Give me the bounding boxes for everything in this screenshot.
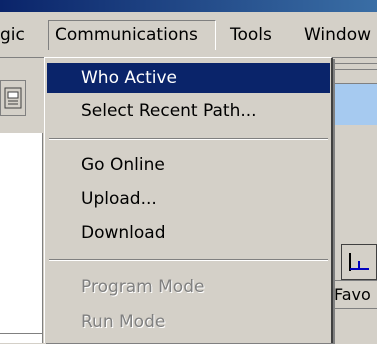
menu-item-select-recent-path[interactable]: Select Recent Path... [47,96,330,126]
menu-item-program-mode: Program Mode [81,277,205,297]
menu-item-go-online[interactable]: Go Online [47,150,330,180]
menu-item-upload[interactable]: Upload... [47,184,330,214]
left-panel-divider [0,333,43,334]
menu-tools[interactable]: Tools [230,21,272,49]
menu-separator [49,259,328,261]
menu-logic[interactable]: gic [0,21,25,49]
toolbar-button[interactable] [0,80,26,116]
title-bar [0,0,377,12]
menu-communications[interactable]: Communications [48,20,216,50]
favorites-tab[interactable]: Favo [332,280,377,308]
right-toolbar-lines [332,58,377,78]
menu-item-run-mode: Run Mode [81,312,166,332]
menu-item-download[interactable]: Download [47,218,330,248]
ladder-instruction-button[interactable] [341,244,377,280]
right-bottom-panel [332,308,377,344]
ladder-rung-icon [349,253,369,271]
document-icon [4,87,22,109]
left-panel [0,133,43,343]
menu-item-who-active[interactable]: Who Active [47,63,330,93]
menu-separator [49,138,328,140]
menu-bar: gic Communications Tools Window [0,12,377,58]
path-field[interactable] [332,83,377,125]
menu-window[interactable]: Window [304,21,371,49]
communications-dropdown: Who Active Select Recent Path... Go Onli… [44,57,333,343]
